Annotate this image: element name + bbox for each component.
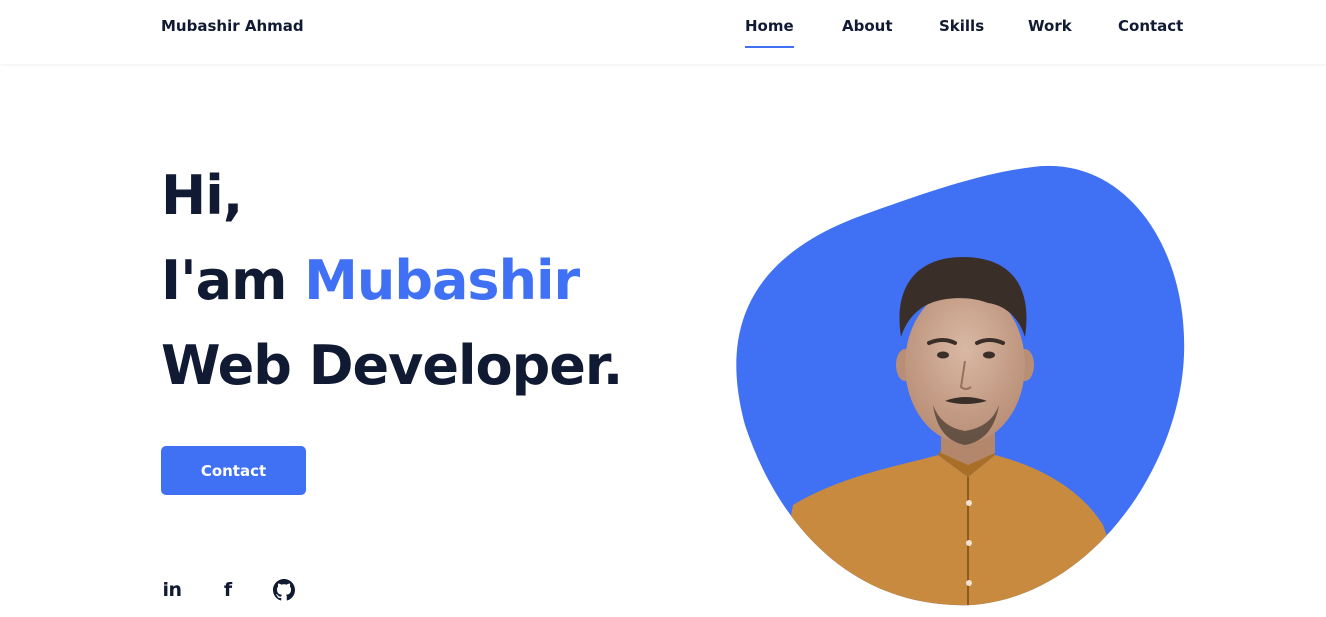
nav-work[interactable]: Work bbox=[1028, 17, 1072, 35]
hero-intro-prefix: I'am bbox=[161, 249, 287, 312]
nav-skills[interactable]: Skills bbox=[939, 17, 984, 35]
hero-greeting: Hi, bbox=[161, 164, 243, 227]
hero-intro: I'am Mubashir bbox=[161, 249, 580, 312]
facebook-icon[interactable]: f bbox=[216, 578, 240, 602]
profile-photo bbox=[736, 165, 1185, 606]
nav-about[interactable]: About bbox=[842, 17, 893, 35]
github-icon[interactable] bbox=[272, 578, 296, 602]
facebook-label: f bbox=[223, 579, 233, 601]
github-icon-glyph bbox=[273, 579, 295, 601]
linkedin-icon[interactable]: in bbox=[160, 578, 184, 602]
nav-home[interactable]: Home bbox=[745, 17, 794, 48]
contact-button[interactable]: Contact bbox=[161, 446, 306, 495]
site-logo[interactable]: Mubashir Ahmad bbox=[161, 17, 304, 35]
hero-role: Web Developer. bbox=[161, 334, 623, 397]
linkedin-label: in bbox=[162, 579, 182, 601]
hero-name: Mubashir bbox=[304, 249, 580, 312]
site-header: Mubashir Ahmad Home About Skills Work Co… bbox=[0, 0, 1326, 64]
nav-contact[interactable]: Contact bbox=[1118, 17, 1183, 35]
